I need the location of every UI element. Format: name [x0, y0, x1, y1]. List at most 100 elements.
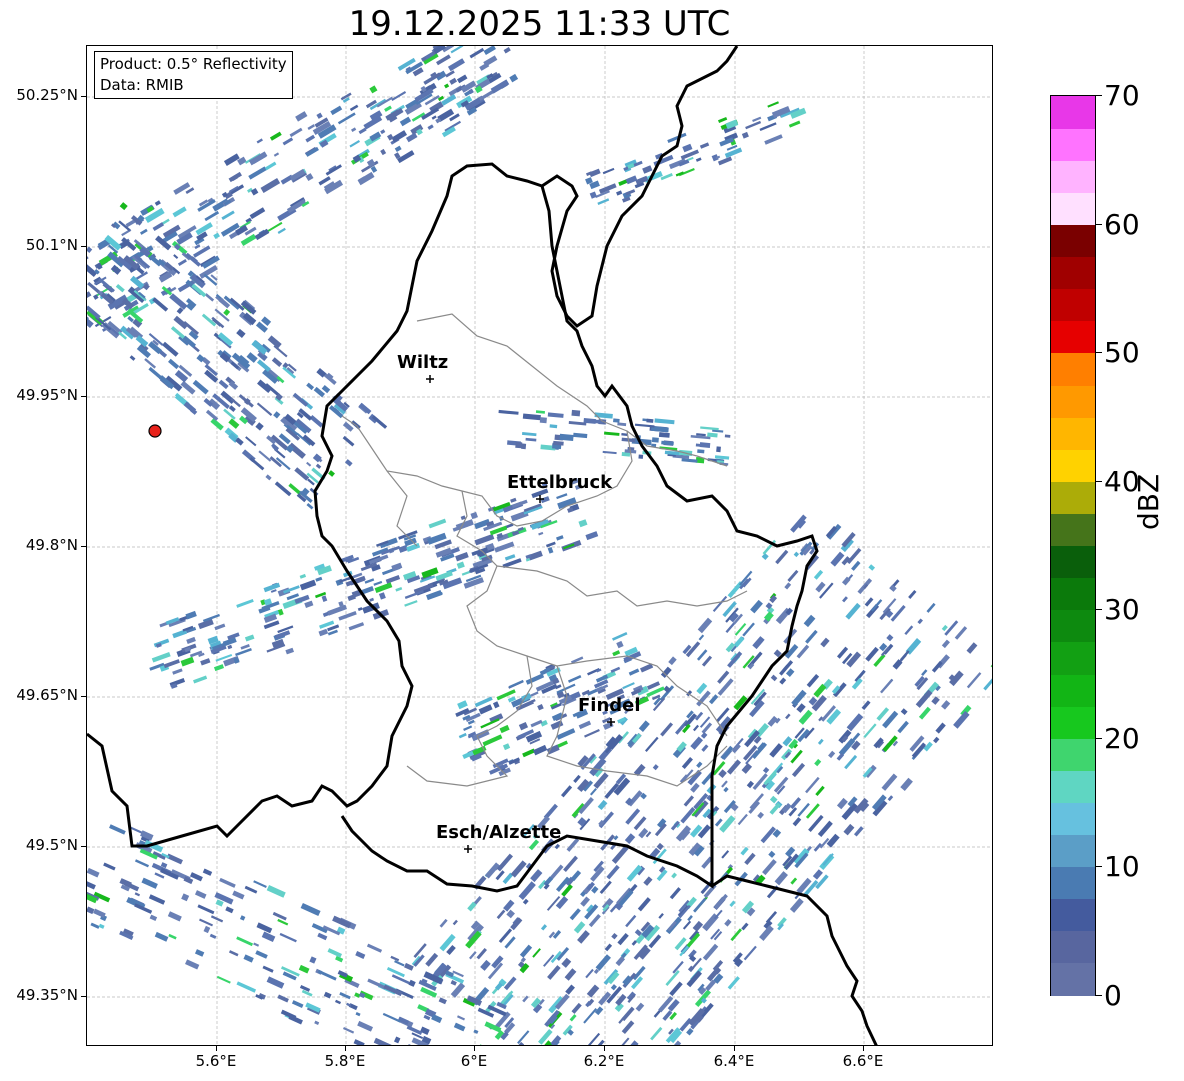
echo-cell — [490, 79, 510, 94]
echo-cell — [750, 599, 763, 614]
echo-cell — [578, 519, 588, 528]
echo-cell — [790, 877, 798, 885]
echo-cell — [447, 58, 465, 72]
echo-cell — [431, 115, 437, 120]
echo-cell — [274, 481, 292, 497]
reflectivity-colorbar — [1050, 95, 1096, 996]
echo-cell — [318, 628, 329, 637]
echo-cell — [277, 918, 289, 926]
echo-cell — [87, 879, 96, 890]
echo-cell — [805, 776, 820, 794]
echo-cell — [931, 696, 940, 705]
echo-cell — [789, 797, 802, 810]
echo-cell — [103, 862, 116, 871]
echo-cell — [618, 1017, 625, 1024]
echo-cell — [571, 1002, 582, 1014]
echo-cell — [353, 1039, 365, 1045]
echo-cell — [683, 795, 695, 807]
lon-tick-label: 6.4°E — [713, 1052, 755, 1070]
echo-cell — [239, 915, 246, 921]
echo-cell — [478, 704, 493, 715]
echo-cell — [693, 724, 699, 732]
echo-cell — [291, 1000, 304, 1009]
echo-cell — [255, 422, 264, 431]
echo-cell — [692, 920, 704, 932]
echo-cell — [700, 426, 719, 431]
echo-cell — [727, 976, 740, 990]
colorbar-segment — [1051, 898, 1095, 932]
echo-cell — [642, 165, 653, 174]
echo-cell — [868, 564, 876, 571]
echo-cell — [266, 976, 285, 989]
echo-cell — [698, 634, 705, 641]
echo-cell — [186, 636, 196, 644]
echo-cell — [665, 970, 680, 986]
echo-cell — [564, 968, 577, 981]
echo-cell — [625, 914, 637, 928]
echo-cell — [213, 664, 225, 672]
echo-cell — [482, 734, 503, 747]
echo-cell — [317, 932, 328, 941]
echo-cell — [681, 756, 693, 770]
colorbar-segment — [1051, 513, 1095, 547]
echo-cell — [563, 855, 578, 872]
echo-cell — [842, 596, 848, 603]
echo-cell — [384, 105, 392, 112]
lon-tick-label: 6.6°E — [842, 1052, 884, 1070]
echo-cell — [167, 911, 182, 922]
echo-cell — [144, 358, 157, 369]
echo-cell — [926, 602, 936, 613]
echo-cell — [846, 713, 864, 732]
echo-cell — [769, 743, 783, 758]
echo-cell — [843, 823, 855, 836]
colorbar-segment — [1051, 352, 1095, 386]
echo-cell — [366, 158, 376, 168]
echo-cell — [343, 1026, 355, 1034]
echo-cell — [304, 600, 314, 608]
echo-cell — [730, 928, 742, 942]
echo-cell — [828, 750, 836, 759]
echo-cell — [235, 647, 252, 657]
echo-cell — [349, 140, 360, 148]
echo-cell — [787, 569, 799, 582]
echo-cell — [966, 672, 982, 689]
echo-cell — [567, 675, 582, 683]
radar-map[interactable]: Wiltz Ettelbruck Findel Esch/Alzette — [86, 45, 993, 1046]
echo-cell — [256, 359, 271, 372]
echo-cell — [258, 450, 272, 462]
echo-cell — [441, 94, 457, 106]
echo-cell — [264, 161, 277, 171]
lat-tick-mark — [81, 246, 86, 247]
echo-cell — [573, 432, 588, 439]
echo-cell — [522, 898, 529, 905]
echo-cell — [793, 551, 800, 558]
echo-cell — [134, 892, 141, 897]
echo-cell — [966, 642, 978, 654]
echo-cell — [236, 598, 254, 608]
lon-tick-label: 6.2°E — [583, 1052, 625, 1070]
echo-cell — [814, 758, 822, 767]
echo-cell — [712, 595, 728, 612]
echo-cell — [584, 729, 600, 738]
echo-cell — [427, 124, 434, 130]
echo-cell — [249, 457, 265, 471]
echo-cell — [256, 138, 263, 144]
echo-cell — [394, 960, 405, 967]
echo-cell — [547, 546, 554, 554]
echo-cell — [261, 931, 276, 943]
colorbar-tick-mark — [1096, 738, 1102, 739]
echo-cell — [935, 722, 946, 734]
echo-cell — [741, 762, 753, 774]
lon-tick-mark — [604, 1046, 605, 1051]
echo-cell — [762, 859, 777, 876]
colorbar-segment — [1051, 417, 1095, 450]
echo-cell — [273, 152, 280, 157]
lat-tick-mark — [81, 696, 86, 697]
echo-cell — [307, 124, 316, 131]
echo-cell — [309, 415, 324, 428]
echo-cell — [744, 852, 756, 866]
echo-cell — [646, 418, 654, 423]
echo-cell — [682, 920, 692, 930]
echo-cell — [617, 932, 629, 946]
colorbar-segment — [1051, 224, 1095, 258]
